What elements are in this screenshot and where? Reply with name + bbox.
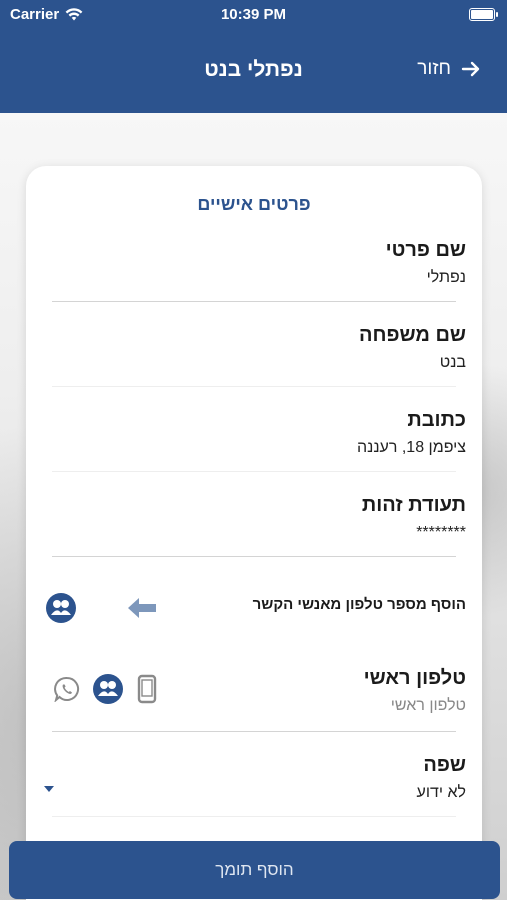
- address-field[interactable]: כתובת ציפמן 18, רעננה: [42, 408, 466, 458]
- first-name-label: שם פרטי: [385, 239, 466, 261]
- dropdown-icon[interactable]: [43, 785, 55, 793]
- header-bar: Carrier 10:39 PM נפתלי בנט חזור: [0, 0, 507, 113]
- main-phone-placeholder: טלפון ראשי: [390, 697, 466, 714]
- main-phone-label: טלפון ראשי: [363, 667, 466, 689]
- left-arrow-icon: [128, 598, 156, 618]
- add-supporter-button[interactable]: הוסף תומך: [9, 841, 500, 899]
- language-field[interactable]: שפה לא ידוע: [42, 753, 466, 803]
- divider: [52, 816, 456, 817]
- last-name-value: בנט: [439, 354, 466, 371]
- divider: [52, 471, 456, 472]
- status-time: 10:39 PM: [220, 6, 287, 23]
- phone-icon[interactable]: [137, 674, 157, 704]
- whatsapp-icon[interactable]: [54, 676, 80, 702]
- contacts-icon[interactable]: [46, 593, 76, 623]
- last-name-label: שם משפחה: [358, 324, 466, 346]
- contacts-icon[interactable]: [93, 674, 123, 704]
- id-number-value: ********: [416, 524, 466, 541]
- first-name-field[interactable]: שם פרטי נפתלי: [42, 238, 466, 288]
- status-bar: Carrier 10:39 PM: [0, 0, 507, 30]
- first-name-value: נפתלי: [426, 269, 466, 286]
- back-button[interactable]: חזור: [417, 58, 481, 80]
- divider: [52, 731, 456, 732]
- back-label: חזור: [417, 58, 451, 79]
- address-value: ציפמן 18, רעננה: [356, 439, 466, 456]
- personal-details-card: פרטים אישיים שם פרטי נפתלי שם משפחה בנט …: [26, 166, 482, 900]
- language-label: שפה: [423, 754, 466, 776]
- divider: [52, 386, 456, 387]
- back-arrow-icon: [461, 61, 480, 77]
- last-name-field[interactable]: שם משפחה בנט: [42, 323, 466, 373]
- add-supporter-label: הוסף תומך: [215, 860, 294, 879]
- add-phone-from-contacts-row[interactable]: הוסף מספר טלפון מאנשי הקשר: [42, 588, 466, 628]
- id-number-label: תעודת זהות: [361, 494, 466, 516]
- add-phone-text: הוסף מספר טלפון מאנשי הקשר: [252, 596, 466, 613]
- language-value: לא ידוע: [416, 784, 466, 801]
- main-phone-field[interactable]: טלפון ראשי טלפון ראשי: [186, 666, 466, 716]
- battery-icon: [469, 8, 498, 21]
- address-label: כתובת: [407, 409, 466, 431]
- section-title: פרטים אישיים: [197, 194, 311, 214]
- id-number-field[interactable]: תעודת זהות ********: [42, 493, 466, 543]
- divider: [52, 556, 456, 557]
- divider: [52, 301, 456, 302]
